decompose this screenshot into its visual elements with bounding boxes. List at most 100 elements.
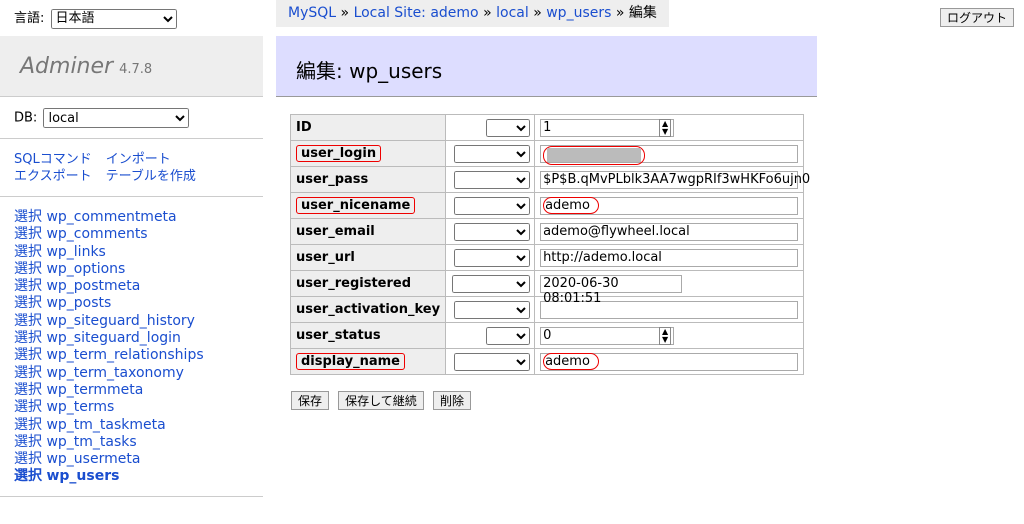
table-link[interactable]: wp_comments: [46, 226, 147, 242]
function-select[interactable]: [486, 326, 531, 345]
function-cell: [445, 270, 536, 297]
quick-links: SQLコマンド インポート エクスポート テーブルを作成: [14, 151, 210, 185]
select-link[interactable]: 選択: [14, 295, 42, 311]
table-link[interactable]: wp_siteguard_login: [46, 330, 180, 346]
table-link[interactable]: wp_users: [46, 468, 119, 484]
table-link[interactable]: wp_tm_taskmeta: [46, 417, 165, 433]
edit-form-table: ID 1 ▲ ▼ user_login user_pass $P$B.qMvPLblk3AA…: [289, 114, 810, 375]
breadcrumb: MySQL » Local Site: ademo » local » wp_u…: [276, 0, 669, 27]
spinner-icon[interactable]: ▲ ▼: [659, 118, 672, 137]
breadcrumb-server[interactable]: MySQL: [288, 5, 336, 21]
select-link[interactable]: 選択: [14, 244, 42, 260]
breadcrumb-current: 編集: [628, 5, 657, 21]
field-value-input[interactable]: $P$B.qMvPLblk3AA7wgpRIf3wHKFo6ujn0: [540, 170, 810, 189]
function-select[interactable]: [486, 118, 531, 137]
select-link[interactable]: 選択: [14, 261, 42, 277]
table-link[interactable]: wp_options: [46, 261, 125, 277]
breadcrumb-site[interactable]: Local Site: ademo: [354, 5, 479, 21]
field-value-input[interactable]: 0 ▲ ▼: [540, 326, 675, 345]
language-select[interactable]: 日本語: [50, 8, 177, 29]
table-list-item: 選択 wp_tm_taskmeta: [14, 417, 204, 434]
select-link[interactable]: 選択: [14, 278, 42, 294]
table-link[interactable]: wp_termmeta: [46, 382, 143, 398]
field-value-input[interactable]: 2020-06-30 08:01:51: [540, 274, 683, 306]
select-link[interactable]: 選択: [14, 468, 42, 484]
delete-button[interactable]: 削除: [432, 391, 471, 410]
select-link[interactable]: 選択: [14, 347, 42, 363]
select-link[interactable]: 選択: [14, 434, 42, 450]
select-link[interactable]: 選択: [14, 417, 42, 433]
field-value-input[interactable]: [540, 144, 799, 165]
table-link[interactable]: wp_links: [46, 244, 105, 260]
function-cell: [445, 244, 536, 271]
table-list-item: 選択 wp_usermeta: [14, 451, 204, 468]
table-link[interactable]: wp_commentmeta: [46, 209, 176, 225]
field-row: user_email ademo@flywheel.local: [289, 218, 805, 245]
save-continue-button[interactable]: 保存して継続: [338, 391, 424, 410]
divider: [0, 138, 263, 139]
function-cell: [445, 218, 536, 245]
value-cell: 0 ▲ ▼: [534, 322, 805, 349]
function-select[interactable]: [452, 274, 531, 293]
value-cell: http://ademo.local: [534, 244, 805, 271]
table-link[interactable]: wp_tm_tasks: [46, 434, 136, 450]
create-table-link[interactable]: テーブルを作成: [106, 169, 196, 184]
field-value-input[interactable]: 1 ▲ ▼: [540, 118, 675, 137]
app-name[interactable]: Adminer 4.7.8: [20, 54, 152, 79]
field-row: user_pass $P$B.qMvPLblk3AA7wgpRIf3wHKFo6u…: [289, 166, 810, 193]
table-link[interactable]: wp_term_relationships: [46, 347, 203, 363]
function-select[interactable]: [454, 196, 531, 215]
field-value-input[interactable]: ademo: [540, 196, 799, 215]
export-link[interactable]: エクスポート: [14, 169, 92, 184]
value-cell: ademo: [534, 348, 805, 375]
field-row: user_url http://ademo.local: [289, 244, 805, 271]
table-list-item: 選択 wp_termmeta: [14, 382, 204, 399]
table-list-item: 選択 wp_links: [14, 244, 204, 261]
value-cell: 1 ▲ ▼: [534, 114, 805, 141]
logout-button[interactable]: ログアウト: [940, 8, 1015, 27]
function-cell: [445, 322, 536, 349]
table-list-item: 選択 wp_commentmeta: [14, 209, 204, 226]
db-select[interactable]: local: [43, 108, 190, 128]
table-list-item: 選択 wp_postmeta: [14, 278, 204, 295]
value-cell: $P$B.qMvPLblk3AA7wgpRIf3wHKFo6ujn0: [534, 166, 810, 193]
select-link[interactable]: 選択: [14, 209, 42, 225]
select-link[interactable]: 選択: [14, 330, 42, 346]
table-link[interactable]: wp_term_taxonomy: [46, 365, 183, 381]
function-select[interactable]: [454, 248, 531, 267]
function-cell: [445, 192, 536, 219]
spinner-icon[interactable]: ▲ ▼: [659, 326, 672, 345]
select-link[interactable]: 選択: [14, 365, 42, 381]
select-link[interactable]: 選択: [14, 226, 42, 242]
select-link[interactable]: 選択: [14, 451, 42, 467]
function-select[interactable]: [454, 300, 531, 319]
select-link[interactable]: 選択: [14, 399, 42, 415]
table-list: 選択 wp_commentmeta 選択 wp_comments 選択 wp_lin…: [14, 209, 204, 486]
language-selector: 言語: 日本語: [14, 7, 177, 29]
sql-command-link[interactable]: SQLコマンド: [14, 152, 92, 167]
table-link[interactable]: wp_siteguard_history: [46, 313, 195, 329]
page-header: 編集: wp_users: [276, 36, 817, 97]
table-link[interactable]: wp_postmeta: [46, 278, 140, 294]
function-select[interactable]: [454, 144, 531, 163]
function-select[interactable]: [454, 222, 531, 241]
value-cell: ademo: [534, 192, 805, 219]
select-link[interactable]: 選択: [14, 382, 42, 398]
breadcrumb-db[interactable]: local: [496, 5, 529, 21]
field-value-input[interactable]: ademo@flywheel.local: [540, 222, 799, 241]
import-link[interactable]: インポート: [106, 152, 171, 167]
function-cell: [445, 348, 536, 375]
function-cell: [445, 166, 536, 193]
table-link[interactable]: wp_usermeta: [46, 451, 140, 467]
field-value-input[interactable]: http://ademo.local: [540, 248, 799, 267]
table-link[interactable]: wp_terms: [46, 399, 114, 415]
function-select[interactable]: [454, 352, 531, 371]
function-select[interactable]: [454, 170, 531, 189]
breadcrumb-table[interactable]: wp_users: [546, 5, 611, 21]
table-link[interactable]: wp_posts: [46, 295, 111, 311]
value-cell: 2020-06-30 08:01:51: [534, 270, 805, 306]
field-value-input[interactable]: ademo: [540, 352, 799, 371]
select-link[interactable]: 選択: [14, 313, 42, 329]
save-button[interactable]: 保存: [291, 391, 330, 410]
function-cell: [445, 114, 536, 141]
